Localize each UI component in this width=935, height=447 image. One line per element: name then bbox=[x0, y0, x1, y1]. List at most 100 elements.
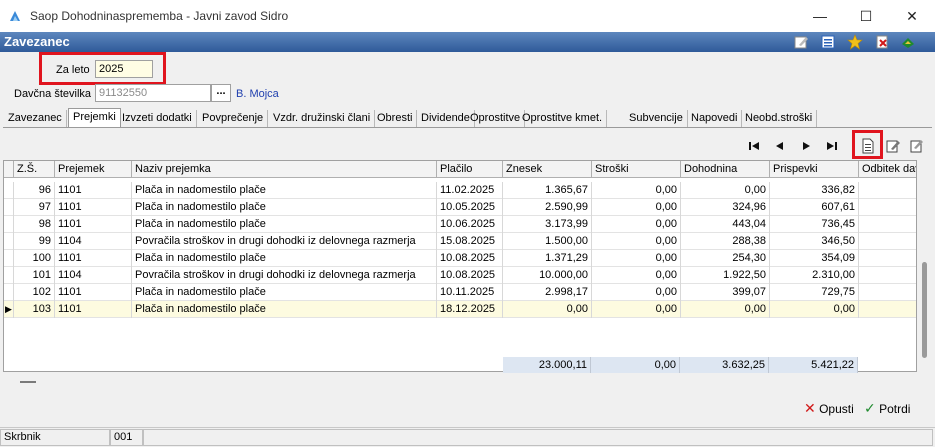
table-cell: 11.02.2025 bbox=[437, 182, 503, 199]
table-cell: 2.310,00 bbox=[770, 267, 859, 284]
tab-obresti[interactable]: Obresti bbox=[373, 110, 418, 128]
table-cell: 324,96 bbox=[681, 199, 770, 216]
minimize-button[interactable]: — bbox=[797, 0, 843, 32]
column-header: Znesek bbox=[503, 161, 592, 178]
tab-prejemki[interactable]: Prejemki bbox=[68, 108, 121, 128]
table-cell: 1.922,50 bbox=[681, 267, 770, 284]
table-cell: 99 bbox=[14, 233, 55, 250]
delete-icon[interactable] bbox=[874, 34, 890, 50]
horizontal-scroll-thumb[interactable] bbox=[20, 381, 36, 383]
table-cell: 0,00 bbox=[592, 182, 681, 199]
table-cell: 346,50 bbox=[770, 233, 859, 250]
table-row[interactable]: 100 1101 Plača in nadomestilo plače 10.08.2… bbox=[4, 250, 916, 267]
confirm-button[interactable]: ✓ Potrdi bbox=[864, 400, 910, 420]
table-cell bbox=[859, 233, 916, 250]
person-name: B. Mojca bbox=[236, 88, 279, 100]
total-prispevki: 5.421,22 bbox=[769, 357, 858, 373]
tab-divider bbox=[3, 127, 932, 128]
table-row[interactable]: 99 1104 Povračila stroškov in drugi dohodk… bbox=[4, 233, 916, 250]
scroll-thumb[interactable] bbox=[922, 262, 927, 358]
table-row[interactable]: 101 1104 Povračila stroškov in drugi dohod… bbox=[4, 267, 916, 284]
tab-oprostitve-kmet-[interactable]: Oprostitve kmet. bbox=[518, 110, 608, 128]
copy-record-icon[interactable] bbox=[909, 138, 925, 154]
edit-record-icon[interactable] bbox=[885, 138, 901, 154]
previous-record-icon[interactable] bbox=[772, 138, 788, 154]
first-record-icon[interactable] bbox=[746, 138, 762, 154]
table-row[interactable]: 98 1101 Plača in nadomestilo plače 10.06.20… bbox=[4, 216, 916, 233]
tab-povpre-enje[interactable]: Povprečenje bbox=[198, 110, 269, 128]
table-cell: 0,00 bbox=[503, 301, 592, 318]
table-cell: 3.173,99 bbox=[503, 216, 592, 233]
close-button[interactable]: ✕ bbox=[889, 0, 935, 32]
status-code: 001 bbox=[110, 429, 143, 446]
table-cell: Plača in nadomestilo plače bbox=[132, 301, 437, 318]
table-cell: 10.05.2025 bbox=[437, 199, 503, 216]
table-cell: 0,00 bbox=[592, 267, 681, 284]
column-header: Odbitek dav bbox=[859, 161, 916, 178]
total-stroski: 0,00 bbox=[591, 357, 680, 373]
tab-zavezanec[interactable]: Zavezanec bbox=[4, 110, 67, 128]
receipts-grid[interactable]: Z.Š. Prejemek Naziv prejemka Plačilo Znesek S… bbox=[3, 160, 917, 372]
row-indicator bbox=[4, 182, 14, 199]
check-icon: ✓ bbox=[864, 400, 876, 416]
tab-oprostitve[interactable]: Oprostitve bbox=[466, 110, 526, 128]
total-znesek: 23.000,11 bbox=[503, 357, 591, 373]
table-cell: 0,00 bbox=[592, 250, 681, 267]
tab-subvencije[interactable]: Subvencije bbox=[625, 110, 688, 128]
tab-napovedi[interactable]: Napovedi bbox=[687, 110, 743, 128]
table-cell: 96 bbox=[14, 182, 55, 199]
cancel-button[interactable]: ✕ Opusti bbox=[804, 400, 854, 420]
table-cell: Plača in nadomestilo plače bbox=[132, 284, 437, 301]
vertical-scrollbar[interactable] bbox=[918, 160, 932, 372]
table-cell bbox=[859, 267, 916, 284]
tab-izvzeti-dodatki[interactable]: Izvzeti dodatki bbox=[118, 110, 197, 128]
table-cell bbox=[859, 284, 916, 301]
status-message bbox=[143, 429, 933, 446]
tab-neobd-stro-ki[interactable]: Neobd.stroški bbox=[741, 110, 818, 128]
table-cell: Plača in nadomestilo plače bbox=[132, 182, 437, 199]
table-cell: Povračila stroškov in drugi dohodki iz d… bbox=[132, 267, 437, 284]
last-record-icon[interactable] bbox=[824, 138, 840, 154]
table-cell bbox=[859, 216, 916, 233]
table-cell: 1.365,67 bbox=[503, 182, 592, 199]
table-cell: 288,38 bbox=[681, 233, 770, 250]
table-cell bbox=[859, 250, 916, 267]
table-row[interactable]: 96 1101 Plača in nadomestilo plače 11.02.20… bbox=[4, 182, 916, 199]
status-bar: Skrbnik 001 bbox=[0, 427, 935, 447]
lookup-button[interactable]: ... bbox=[211, 84, 231, 102]
grid-header: Z.Š. Prejemek Naziv prejemka Plačilo Znesek S… bbox=[4, 161, 916, 178]
next-record-icon[interactable] bbox=[798, 138, 814, 154]
row-indicator bbox=[4, 199, 14, 216]
table-cell: 1104 bbox=[55, 233, 132, 250]
column-header: Prispevki bbox=[770, 161, 859, 178]
column-header: Prejemek bbox=[55, 161, 132, 178]
table-cell: 399,07 bbox=[681, 284, 770, 301]
table-cell: 102 bbox=[14, 284, 55, 301]
form-title: Zavezanec bbox=[4, 34, 70, 49]
table-row[interactable]: 97 1101 Plača in nadomestilo plače 10.05.20… bbox=[4, 199, 916, 216]
table-cell: 0,00 bbox=[592, 199, 681, 216]
table-cell: 98 bbox=[14, 216, 55, 233]
tax-number-input[interactable]: 91132550 bbox=[95, 84, 211, 102]
confirm-label: Potrdi bbox=[879, 402, 911, 416]
table-cell: 443,04 bbox=[681, 216, 770, 233]
table-row[interactable]: ▶ 103 1101 Plača in nadomestilo plače 18.12.… bbox=[4, 301, 916, 318]
row-indicator: ▶ bbox=[4, 301, 14, 318]
table-cell bbox=[859, 182, 916, 199]
table-cell: 1101 bbox=[55, 199, 132, 216]
table-cell: 10.11.2025 bbox=[437, 284, 503, 301]
edit-icon[interactable] bbox=[793, 34, 809, 50]
app-icon bbox=[10, 11, 20, 21]
star-icon[interactable] bbox=[847, 34, 863, 50]
row-indicator bbox=[4, 216, 14, 233]
table-row[interactable]: 102 1101 Plača in nadomestilo plače 10.11.2… bbox=[4, 284, 916, 301]
maximize-button[interactable]: ☐ bbox=[843, 0, 889, 32]
tab-vzdr-dru-inski-lani[interactable]: Vzdr. družinski člani bbox=[269, 110, 376, 128]
table-cell: 1104 bbox=[55, 267, 132, 284]
table-cell: 1101 bbox=[55, 284, 132, 301]
table-cell: 0,00 bbox=[681, 182, 770, 199]
exit-icon[interactable] bbox=[900, 34, 916, 50]
list-icon[interactable] bbox=[820, 34, 836, 50]
table-cell: 100 bbox=[14, 250, 55, 267]
cancel-label: Opusti bbox=[819, 402, 854, 416]
